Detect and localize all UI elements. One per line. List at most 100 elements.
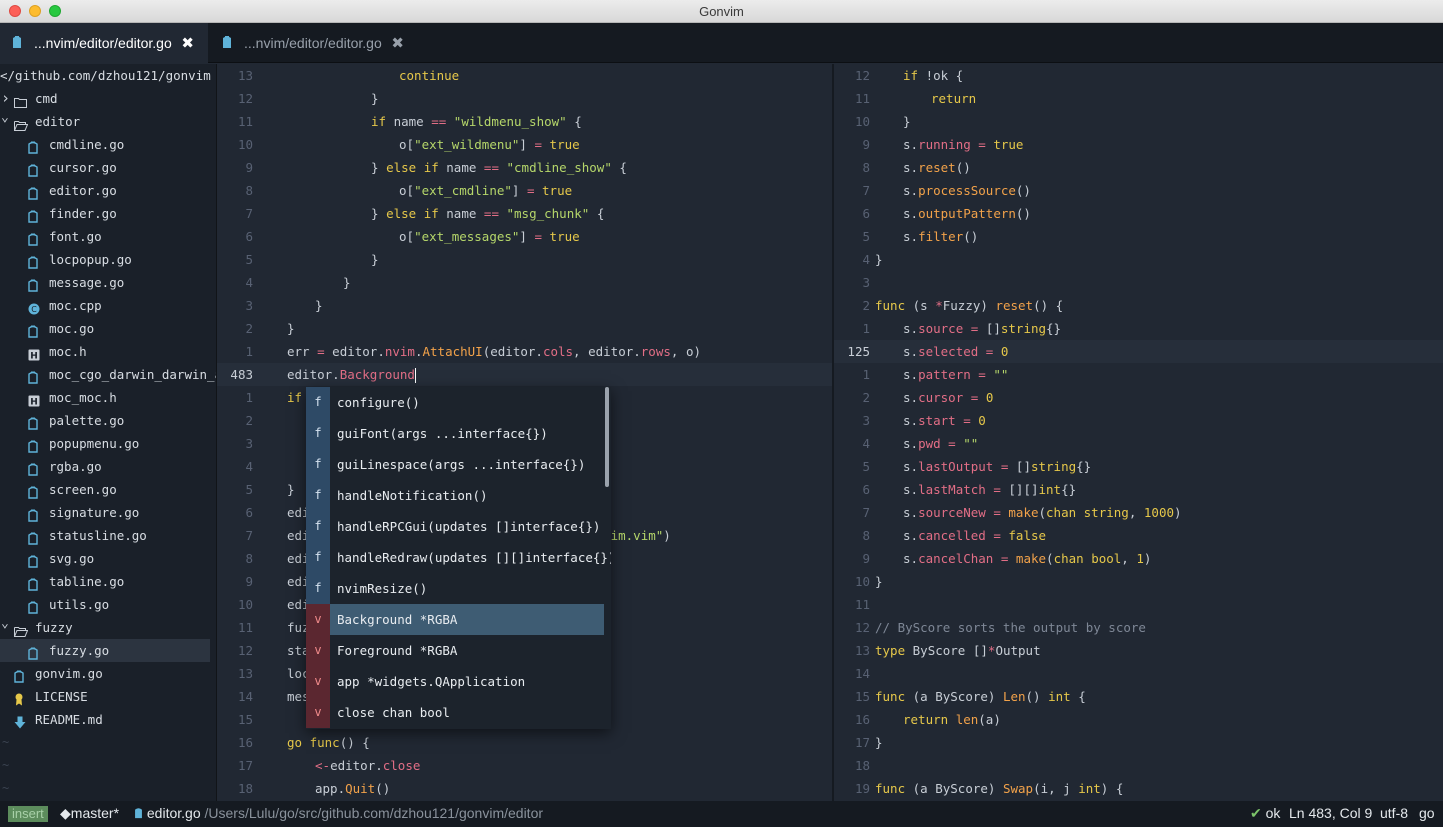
sidebar-file-moc-go[interactable]: moc.go [0, 317, 210, 340]
sidebar-file-tabline-go[interactable]: tabline.go [0, 570, 210, 593]
current-code-line[interactable]: 483 editor.Background [217, 363, 832, 386]
sidebar-file-popupmenu-go[interactable]: popupmenu.go [0, 432, 210, 455]
code-line[interactable]: 4} [834, 248, 1443, 271]
code-line[interactable]: 14 [834, 662, 1443, 685]
code-line[interactable]: 16 go func() { [217, 731, 832, 754]
completion-item[interactable]: f handleRedraw(updates [][]interface{}) [306, 542, 611, 573]
code-line[interactable]: 5 s.lastOutput = []string{} [834, 455, 1443, 478]
completion-item[interactable]: f handleNotification() [306, 480, 604, 511]
code-line[interactable]: 10 o["ext_wildmenu"] = true [217, 133, 832, 156]
code-line[interactable]: 12 if !ok { [834, 64, 1443, 87]
code-token: () [955, 160, 971, 175]
completion-popup[interactable]: f configure() f guiFont(args ...interface{}… [306, 387, 611, 729]
code-line[interactable]: 12 // ByScore sorts the output by score [834, 616, 1443, 639]
code-line[interactable]: 7 s.sourceNew = make(chan string, 1000) [834, 501, 1443, 524]
completion-item[interactable]: v close chan bool [306, 697, 604, 728]
sidebar-file-svg-go[interactable]: svg.go [0, 547, 210, 570]
code-line[interactable]: 3} [217, 294, 832, 317]
code-line[interactable]: 3 s.start = 0 [834, 409, 1443, 432]
file-path: /Users/Lulu/go/src/github.com/dzhou121/g… [204, 805, 544, 821]
code-line[interactable]: 12} [217, 87, 832, 110]
code-line[interactable]: 17} [834, 731, 1443, 754]
code-line[interactable]: 2 func (s *Fuzzy) reset() { [834, 294, 1443, 317]
tab-editor-go-active[interactable]: ...nvim/editor/editor.go ✖ [0, 23, 208, 63]
sidebar-file-moc-moc-h[interactable]: Hmoc_moc.h [0, 386, 210, 409]
code-line[interactable]: 18 [834, 754, 1443, 777]
code-line[interactable]: 5 s.filter() [834, 225, 1443, 248]
code-line[interactable]: 1 s.source = []string{} [834, 317, 1443, 340]
code-text: } [315, 294, 323, 317]
sidebar-file-signature-go[interactable]: signature.go [0, 501, 210, 524]
sidebar-file-gonvim-go[interactable]: gonvim.go [0, 662, 210, 685]
code-line[interactable]: 10} [834, 570, 1443, 593]
completion-item[interactable]: f guiLinespace(args ...interface{}) [306, 449, 604, 480]
sidebar-file-utils-go[interactable]: utils.go [0, 593, 210, 616]
code-line[interactable]: 1 err = editor.nvim.AttachUI(editor.cols,… [217, 340, 832, 363]
code-line[interactable]: 9 s.running = true [834, 133, 1443, 156]
sidebar-file-screen-go[interactable]: screen.go [0, 478, 210, 501]
code-line[interactable]: 13 type ByScore []*Output [834, 639, 1443, 662]
code-line[interactable]: 3 [834, 271, 1443, 294]
sidebar-file-license[interactable]: LICENSE [0, 685, 210, 708]
chevron-down-icon[interactable]: ⌄ [1, 612, 11, 635]
sidebar-file-cursor-go[interactable]: cursor.go [0, 156, 210, 179]
code-line[interactable]: 7 s.processSource() [834, 179, 1443, 202]
current-code-line[interactable]: 125 s.selected = 0 [834, 340, 1443, 363]
code-line[interactable]: 5} [217, 248, 832, 271]
sidebar-file-palette-go[interactable]: palette.go [0, 409, 210, 432]
chevron-down-icon[interactable]: ⌄ [1, 106, 11, 129]
completion-scrollbar[interactable] [605, 387, 609, 487]
sidebar-folder-cmd[interactable]: › cmd [0, 87, 210, 110]
sidebar-file-moc-cgo-darwin-darwin-a[interactable]: moc_cgo_darwin_darwin_a [0, 363, 216, 386]
code-line[interactable]: 19 func (a ByScore) Swap(i, j int) { [834, 777, 1443, 800]
sidebar-file-moc-cpp[interactable]: Cmoc.cpp [0, 294, 210, 317]
code-line[interactable]: 13 continue [217, 64, 832, 87]
code-line[interactable]: 2} [217, 317, 832, 340]
code-line[interactable]: 2 s.cursor = 0 [834, 386, 1443, 409]
code-line[interactable]: 8 s.reset() [834, 156, 1443, 179]
sidebar-folder-editor[interactable]: ⌄ editor [0, 110, 210, 133]
code-line[interactable]: 16 return len(a) [834, 708, 1443, 731]
sidebar-file-editor-go[interactable]: editor.go [0, 179, 210, 202]
code-line[interactable]: 8 o["ext_cmdline"] = true [217, 179, 832, 202]
sidebar-file-fuzzy-go[interactable]: fuzzy.go [0, 639, 210, 662]
code-line[interactable]: 11 [834, 593, 1443, 616]
completion-item[interactable]: v Foreground *RGBA [306, 635, 604, 666]
sidebar-file-message-go[interactable]: message.go [0, 271, 210, 294]
sidebar-file-font-go[interactable]: font.go [0, 225, 210, 248]
completion-item[interactable]: f guiFont(args ...interface{}) [306, 418, 604, 449]
completion-item[interactable]: v app *widgets.QApplication [306, 666, 604, 697]
code-line[interactable]: 6 o["ext_messages"] = true [217, 225, 832, 248]
code-line[interactable]: 9} else if name == "cmdline_show" { [217, 156, 832, 179]
sidebar-file-locpopup-go[interactable]: locpopup.go [0, 248, 210, 271]
code-line[interactable]: 6 s.outputPattern() [834, 202, 1443, 225]
code-line[interactable]: 4 s.pwd = "" [834, 432, 1443, 455]
sidebar-folder-fuzzy[interactable]: ⌄ fuzzy [0, 616, 210, 639]
code-line[interactable]: 8 s.cancelled = false [834, 524, 1443, 547]
sidebar-file-cmdline-go[interactable]: cmdline.go [0, 133, 210, 156]
sidebar-file-statusline-go[interactable]: statusline.go [0, 524, 210, 547]
code-line[interactable]: 1 s.pattern = "" [834, 363, 1443, 386]
code-line[interactable]: 11 return [834, 87, 1443, 110]
code-line[interactable]: 9 s.cancelChan = make(chan bool, 1) [834, 547, 1443, 570]
tab-close-icon[interactable]: ✖ [181, 34, 194, 52]
code-line[interactable]: 7} else if name == "msg_chunk" { [217, 202, 832, 225]
code-line[interactable]: 17 <-editor.close [217, 754, 832, 777]
completion-item[interactable]: f handleRPCGui(updates []interface{}) [306, 511, 604, 542]
code-line[interactable]: 15 func (a ByScore) Len() int { [834, 685, 1443, 708]
code-line[interactable]: 11 if name == "wildmenu_show" { [217, 110, 832, 133]
sidebar-file-readme-md[interactable]: README.md [0, 708, 210, 731]
sidebar-file-rgba-go[interactable]: rgba.go [0, 455, 210, 478]
code-line[interactable]: 4} [217, 271, 832, 294]
sidebar-file-finder-go[interactable]: finder.go [0, 202, 210, 225]
code-line[interactable]: 6 s.lastMatch = [][]int{} [834, 478, 1443, 501]
tab-close-icon[interactable]: ✖ [391, 34, 404, 52]
code-line[interactable]: 10} [834, 110, 1443, 133]
tab-editor-go[interactable]: ...nvim/editor/editor.go ✖ [210, 23, 418, 63]
completion-item[interactable]: f nvimResize() [306, 573, 604, 604]
editor-pane-right[interactable]: 12 if !ok {11 return 10} 9 s.running = true 8 s… [834, 64, 1443, 801]
completion-item[interactable]: v Background *RGBA [306, 604, 604, 635]
code-line[interactable]: 18 app.Quit() [217, 777, 832, 800]
completion-item[interactable]: f configure() [306, 387, 604, 418]
sidebar-file-moc-h[interactable]: Hmoc.h [0, 340, 210, 363]
